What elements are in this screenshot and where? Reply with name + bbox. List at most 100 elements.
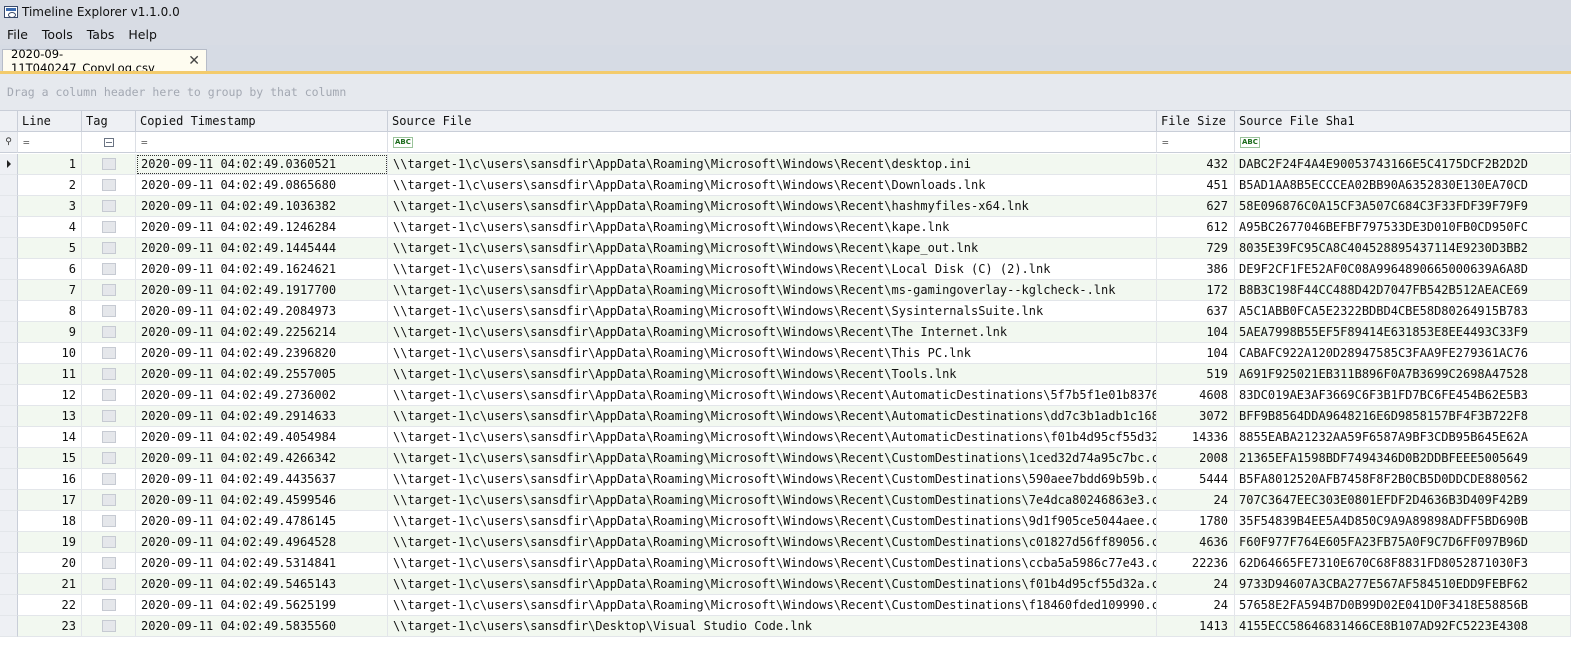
row-indicator[interactable] <box>0 553 18 574</box>
cell-file-size[interactable]: 172 <box>1157 280 1235 301</box>
cell-copied-timestamp[interactable]: 2020-09-11 04:02:49.4599546 <box>136 490 388 511</box>
cell-source-file-sha1[interactable]: A691F925021EB311B896F0A7B3699C2698A47528 <box>1235 364 1571 385</box>
cell-source-file-sha1[interactable]: DE9F2CF1FE52AF0C08A9964890665000639A6A8D <box>1235 259 1571 280</box>
cell-line[interactable]: 3 <box>18 196 82 217</box>
cell-source-file[interactable]: \\target-1\c\users\sansdfir\AppData\Roam… <box>388 343 1157 364</box>
filter-source-file-sha1[interactable]: ABC <box>1235 132 1571 153</box>
row-indicator[interactable] <box>0 322 18 343</box>
tag-checkbox[interactable] <box>101 410 116 422</box>
cell-source-file[interactable]: \\target-1\c\users\sansdfir\AppData\Roam… <box>388 259 1157 280</box>
tag-checkbox[interactable] <box>101 368 116 380</box>
cell-tag[interactable] <box>82 280 136 301</box>
contains-filter-icon[interactable]: ABC <box>1240 136 1260 148</box>
row-indicator[interactable] <box>0 385 18 406</box>
close-icon[interactable]: ✕ <box>188 53 200 69</box>
tag-checkbox[interactable] <box>101 536 116 548</box>
cell-file-size[interactable]: 4636 <box>1157 532 1235 553</box>
table-row[interactable]: 2 2020-09-11 04:02:49.0865680 \\target-1\c… <box>0 175 1571 196</box>
table-row[interactable]: 7 2020-09-11 04:02:49.1917700 \\target-1\c… <box>0 280 1571 301</box>
cell-line[interactable]: 12 <box>18 385 82 406</box>
table-row[interactable]: 6 2020-09-11 04:02:49.1624621 \\target-1\c… <box>0 259 1571 280</box>
cell-copied-timestamp[interactable]: 2020-09-11 04:02:49.2914633 <box>136 406 388 427</box>
tag-checkbox[interactable] <box>101 200 116 212</box>
cell-file-size[interactable]: 1780 <box>1157 511 1235 532</box>
tag-checkbox[interactable] <box>101 557 116 569</box>
group-by-panel[interactable]: Drag a column header here to group by th… <box>0 74 1571 111</box>
cell-source-file[interactable]: \\target-1\c\users\sansdfir\AppData\Roam… <box>388 154 1157 175</box>
cell-tag[interactable] <box>82 217 136 238</box>
cell-tag[interactable] <box>82 322 136 343</box>
cell-source-file-sha1[interactable]: 83DC019AE3AF3669C6F3B1FD7BC6FE454B62E5B3 <box>1235 385 1571 406</box>
cell-copied-timestamp[interactable]: 2020-09-11 04:02:49.2557005 <box>136 364 388 385</box>
cell-tag[interactable] <box>82 532 136 553</box>
cell-source-file-sha1[interactable]: 57658E2FA594B7D0B99D02E041D0F3418E58856B <box>1235 595 1571 616</box>
row-indicator[interactable] <box>0 280 18 301</box>
cell-tag[interactable] <box>82 616 136 637</box>
filter-line[interactable]: = <box>18 132 82 153</box>
cell-tag[interactable] <box>82 301 136 322</box>
cell-line[interactable]: 16 <box>18 469 82 490</box>
menu-help[interactable]: Help <box>121 27 164 42</box>
cell-source-file[interactable]: \\target-1\c\users\sansdfir\AppData\Roam… <box>388 406 1157 427</box>
cell-tag[interactable] <box>82 490 136 511</box>
cell-tag[interactable] <box>82 154 136 175</box>
cell-tag[interactable] <box>82 238 136 259</box>
cell-file-size[interactable]: 24 <box>1157 595 1235 616</box>
cell-source-file-sha1[interactable]: 5AEA7998B55EF5F89414E631853E8EE4493C33F9 <box>1235 322 1571 343</box>
cell-tag[interactable] <box>82 175 136 196</box>
cell-source-file-sha1[interactable]: A95BC2677046BEFBF797533DE3D010FB0CD950FC <box>1235 217 1571 238</box>
table-row[interactable]: 3 2020-09-11 04:02:49.1036382 \\target-1\c… <box>0 196 1571 217</box>
cell-copied-timestamp[interactable]: 2020-09-11 04:02:49.4266342 <box>136 448 388 469</box>
cell-copied-timestamp[interactable]: 2020-09-11 04:02:49.1445444 <box>136 238 388 259</box>
tag-checkbox[interactable] <box>101 473 116 485</box>
row-indicator[interactable] <box>0 238 18 259</box>
cell-line[interactable]: 1 <box>18 154 82 175</box>
table-row[interactable]: 1 2020-09-11 04:02:49.0360521 \\target-1\c… <box>0 154 1571 175</box>
row-indicator[interactable] <box>0 301 18 322</box>
filter-copied-timestamp[interactable]: = <box>136 132 388 153</box>
tag-checkbox[interactable] <box>101 515 116 527</box>
row-indicator[interactable] <box>0 595 18 616</box>
cell-source-file[interactable]: \\target-1\c\users\sansdfir\AppData\Roam… <box>388 322 1157 343</box>
cell-source-file[interactable]: \\target-1\c\users\sansdfir\AppData\Roam… <box>388 511 1157 532</box>
cell-source-file[interactable]: \\target-1\c\users\sansdfir\AppData\Roam… <box>388 448 1157 469</box>
row-indicator[interactable] <box>0 364 18 385</box>
tag-checkbox[interactable] <box>101 221 116 233</box>
cell-source-file[interactable]: \\target-1\c\users\sansdfir\Desktop\Visu… <box>388 616 1157 637</box>
tag-checkbox[interactable] <box>101 347 116 359</box>
cell-copied-timestamp[interactable]: 2020-09-11 04:02:49.0865680 <box>136 175 388 196</box>
table-row[interactable]: 4 2020-09-11 04:02:49.1246284 \\target-1\c… <box>0 217 1571 238</box>
cell-source-file[interactable]: \\target-1\c\users\sansdfir\AppData\Roam… <box>388 385 1157 406</box>
cell-line[interactable]: 18 <box>18 511 82 532</box>
cell-copied-timestamp[interactable]: 2020-09-11 04:02:49.1624621 <box>136 259 388 280</box>
cell-line[interactable]: 10 <box>18 343 82 364</box>
column-header-copied-timestamp[interactable]: Copied Timestamp <box>136 111 388 132</box>
cell-source-file-sha1[interactable]: 21365EFA1598BDF7494346D0B2DDBFEEE5005649 <box>1235 448 1571 469</box>
row-indicator[interactable] <box>0 511 18 532</box>
cell-source-file-sha1[interactable]: 35F54839B4EE5A4D850C9A9A89898ADFF5BD690B <box>1235 511 1571 532</box>
cell-tag[interactable] <box>82 553 136 574</box>
equals-filter-icon[interactable]: = <box>23 136 30 149</box>
tag-checkbox[interactable] <box>101 494 116 506</box>
cell-tag[interactable] <box>82 343 136 364</box>
table-row[interactable]: 19 2020-09-11 04:02:49.4964528 \\target-1\… <box>0 532 1571 553</box>
table-row[interactable]: 12 2020-09-11 04:02:49.2736002 \\target-1\… <box>0 385 1571 406</box>
cell-source-file-sha1[interactable]: 9733D94607A3CBA277E567AF584510EDD9FEBF62 <box>1235 574 1571 595</box>
filter-tag[interactable] <box>82 132 136 153</box>
cell-source-file[interactable]: \\target-1\c\users\sansdfir\AppData\Roam… <box>388 553 1157 574</box>
cell-source-file-sha1[interactable]: CABAFC922A120D28947585C3FAA9FE279361AC76 <box>1235 343 1571 364</box>
cell-line[interactable]: 13 <box>18 406 82 427</box>
tag-checkbox[interactable] <box>101 179 116 191</box>
table-row[interactable]: 15 2020-09-11 04:02:49.4266342 \\target-1\… <box>0 448 1571 469</box>
cell-source-file[interactable]: \\target-1\c\users\sansdfir\AppData\Roam… <box>388 175 1157 196</box>
cell-source-file[interactable]: \\target-1\c\users\sansdfir\AppData\Roam… <box>388 364 1157 385</box>
cell-line[interactable]: 17 <box>18 490 82 511</box>
cell-copied-timestamp[interactable]: 2020-09-11 04:02:49.1036382 <box>136 196 388 217</box>
cell-file-size[interactable]: 627 <box>1157 196 1235 217</box>
table-row[interactable]: 20 2020-09-11 04:02:49.5314841 \\target-1\… <box>0 553 1571 574</box>
cell-source-file[interactable]: \\target-1\c\users\sansdfir\AppData\Roam… <box>388 196 1157 217</box>
tag-checkbox[interactable] <box>101 326 116 338</box>
cell-source-file-sha1[interactable]: B8B3C198F44CC488D42D7047FB542B512AEACE69 <box>1235 280 1571 301</box>
cell-line[interactable]: 22 <box>18 595 82 616</box>
tag-checkbox[interactable] <box>101 599 116 611</box>
